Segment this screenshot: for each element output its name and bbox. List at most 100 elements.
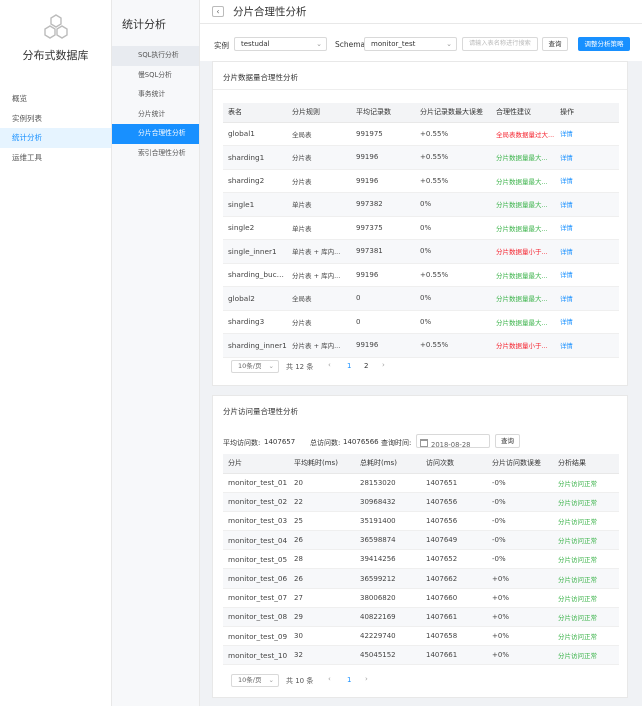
- max-error-cell: +0.55%: [415, 122, 491, 146]
- table-name-cell: sharding_inner1: [223, 333, 287, 358]
- chevron-down-icon: ⌄: [268, 362, 274, 370]
- page-number-2[interactable]: 2: [364, 362, 368, 370]
- prev-page-icon[interactable]: ‹: [328, 675, 331, 683]
- table-name-cell: single_inner1: [223, 239, 287, 264]
- record-volume-card: 分片数据量合理性分析 表名 分片规则 平均记录数 分片记录数最大误差 合理性建议…: [212, 61, 628, 386]
- column-header[interactable]: 平均记录数: [351, 103, 415, 123]
- date-query-button[interactable]: 查询: [495, 434, 520, 448]
- schema-select[interactable]: monitor_test ⌄: [364, 37, 457, 51]
- nav-item-overview[interactable]: 概览: [0, 89, 111, 109]
- visit-count-cell: 1407661: [421, 645, 487, 666]
- column-header[interactable]: 分片规则: [287, 103, 351, 123]
- nav-item-statistics[interactable]: 统计分析: [0, 128, 111, 148]
- table-row: global2 全局表 0 0% 分片数据量最大... 详情: [223, 286, 619, 311]
- chevron-down-icon: ⌄: [446, 40, 452, 48]
- page-number-1[interactable]: 1: [347, 362, 351, 370]
- sub-sidebar: 统计分析 SQL执行分析 慢SQL分析 事务统计 分片统计 分片合理性分析 索引…: [112, 0, 200, 706]
- avg-records-cell: 0: [351, 286, 415, 311]
- instance-label: 实例: [214, 41, 229, 50]
- table-header-row: 表名 分片规则 平均记录数 分片记录数最大误差 合理性建议 操作: [223, 103, 619, 123]
- visit-error-cell: +0%: [487, 588, 553, 608]
- table-row: single_inner1 单片表 + 库内... 997381 0% 分片数据量小于.…: [223, 239, 619, 264]
- column-header[interactable]: 分析结果: [553, 454, 619, 474]
- shard-rule-cell: 全局表: [287, 286, 351, 311]
- total-time-cell: 39414256: [355, 549, 421, 570]
- column-header[interactable]: 表名: [223, 103, 287, 123]
- subnav-item-sql-exec[interactable]: SQL执行分析: [112, 46, 199, 66]
- column-header[interactable]: 平均耗时(ms): [289, 454, 355, 474]
- query-button[interactable]: 查询: [542, 37, 568, 51]
- subnav-item-transactions[interactable]: 事务统计: [112, 85, 199, 105]
- details-link[interactable]: 详情: [555, 122, 619, 146]
- column-header[interactable]: 总耗时(ms): [355, 454, 421, 474]
- visit-count-cell: 1407651: [421, 473, 487, 493]
- table-header-row: 分片 平均耗时(ms) 总耗时(ms) 访问次数 分片访问数误差 分析结果: [223, 454, 619, 474]
- subnav-item-index-analysis[interactable]: 索引合理性分析: [112, 144, 199, 164]
- avg-time-cell: 25: [289, 511, 355, 532]
- advice-cell: 分片数据量最大...: [491, 263, 555, 287]
- avg-visits-value: 1407657: [264, 438, 296, 446]
- shard-name-cell: monitor_test_05: [223, 549, 289, 570]
- subnav-item-slow-sql[interactable]: 慢SQL分析: [112, 66, 199, 86]
- page-size-select[interactable]: 10条/页 ⌄: [231, 360, 279, 373]
- chevron-down-icon: ⌄: [268, 676, 274, 684]
- details-link[interactable]: 详情: [555, 286, 619, 311]
- table-row: monitor_test_01 20 28153020 1407651 -0% 分片访问正…: [223, 473, 619, 493]
- next-page-icon[interactable]: ›: [382, 361, 385, 369]
- analysis-result-cell: 分片访问正常: [553, 568, 619, 589]
- adjust-strategy-button[interactable]: 调整分析策略: [578, 37, 630, 51]
- advice-cell: 分片数据量最大...: [491, 169, 555, 193]
- shard-name-cell: monitor_test_09: [223, 626, 289, 647]
- page-size-value: 10条/页: [238, 362, 262, 370]
- column-header[interactable]: 访问次数: [421, 454, 487, 474]
- page-header: ‹ 分片合理性分析: [200, 0, 642, 24]
- column-header[interactable]: 操作: [555, 103, 619, 123]
- nav-item-instances[interactable]: 实例列表: [0, 109, 111, 129]
- instance-select[interactable]: testudal ⌄: [234, 37, 327, 51]
- page-size-value: 10条/页: [238, 676, 262, 684]
- total-visits-value: 14076566: [343, 438, 379, 446]
- visit-count-cell: 1407656: [421, 511, 487, 532]
- details-link[interactable]: 详情: [555, 263, 619, 287]
- total-time-cell: 30968432: [355, 492, 421, 512]
- query-time-label: 查询时间:: [381, 439, 412, 447]
- shard-name-cell: monitor_test_03: [223, 511, 289, 532]
- subnav-item-shard-stats[interactable]: 分片统计: [112, 105, 199, 125]
- date-picker[interactable]: 2018-08-28: [416, 434, 490, 449]
- table-row: sharding1 分片表 99196 +0.55% 分片数据量最大... 详情: [223, 145, 619, 170]
- avg-records-cell: 99196: [351, 333, 415, 358]
- details-link[interactable]: 详情: [555, 333, 619, 358]
- advice-cell: 分片数据量最大...: [491, 192, 555, 217]
- shard-rule-cell: 分片表: [287, 169, 351, 193]
- column-header[interactable]: 分片记录数最大误差: [415, 103, 491, 123]
- next-page-icon[interactable]: ›: [365, 675, 368, 683]
- page-size-select[interactable]: 10条/页 ⌄: [231, 674, 279, 687]
- avg-records-cell: 99196: [351, 169, 415, 193]
- page-number-1[interactable]: 1: [347, 676, 351, 684]
- shard-name-cell: monitor_test_07: [223, 588, 289, 608]
- details-link[interactable]: 详情: [555, 216, 619, 240]
- details-link[interactable]: 详情: [555, 310, 619, 334]
- table-row: monitor_test_05 28 39414256 1407652 -0% 分片访问正…: [223, 549, 619, 570]
- schema-label: Schema: [335, 40, 366, 49]
- prev-page-icon[interactable]: ‹: [328, 361, 331, 369]
- details-link[interactable]: 详情: [555, 145, 619, 170]
- column-header[interactable]: 分片访问数误差: [487, 454, 553, 474]
- details-link[interactable]: 详情: [555, 192, 619, 217]
- column-header[interactable]: 合理性建议: [491, 103, 555, 123]
- avg-visits-label: 平均访问数:: [223, 439, 261, 447]
- access-volume-card: 分片访问量合理性分析 平均访问数: 1407657 总访问数: 14076566…: [212, 395, 628, 698]
- nav-item-ops-tools[interactable]: 运维工具: [0, 148, 111, 168]
- column-header[interactable]: 分片: [223, 454, 289, 474]
- table-search-input[interactable]: 请输入表名称进行搜索: [462, 37, 538, 51]
- details-link[interactable]: 详情: [555, 169, 619, 193]
- max-error-cell: 0%: [415, 216, 491, 240]
- table-name-cell: single1: [223, 192, 287, 217]
- visit-error-cell: +0%: [487, 645, 553, 666]
- subnav-title: 统计分析: [122, 18, 166, 31]
- details-link[interactable]: 详情: [555, 239, 619, 264]
- back-button[interactable]: ‹: [212, 6, 224, 17]
- total-time-cell: 45045152: [355, 645, 421, 666]
- main-nav: 概览 实例列表 统计分析 运维工具: [0, 89, 111, 167]
- subnav-item-shard-analysis[interactable]: 分片合理性分析: [112, 124, 199, 144]
